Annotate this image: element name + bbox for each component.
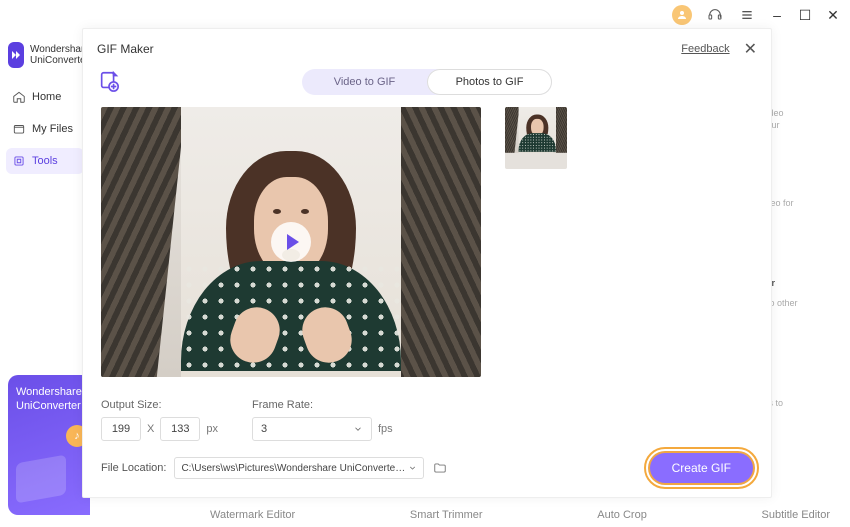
tab-video-to-gif[interactable]: Video to GIF <box>302 69 427 95</box>
sidebar-item-home[interactable]: Home <box>6 84 84 110</box>
file-location-label: File Location: <box>101 462 166 474</box>
play-icon[interactable] <box>271 222 311 262</box>
gif-maker-dialog: GIF Maker Feedback ✕ Video to GIF Photos… <box>82 28 772 498</box>
window-close[interactable]: ✕ <box>826 7 840 24</box>
support-icon[interactable] <box>706 6 724 24</box>
fps-unit: fps <box>378 423 393 435</box>
output-size-label: Output Size: <box>101 399 218 411</box>
home-icon <box>12 90 26 104</box>
chevron-down-icon <box>408 463 417 473</box>
open-folder-button[interactable] <box>432 460 448 476</box>
bottom-tools: Watermark Editor Smart Trimmer Auto Crop… <box>210 509 830 521</box>
create-gif-button[interactable]: Create GIF <box>650 453 753 483</box>
menu-icon[interactable] <box>738 6 756 24</box>
brand-logo-icon <box>8 42 24 68</box>
brand-text: Wondershare UniConverter <box>30 44 90 66</box>
width-input[interactable]: 199 <box>101 417 141 441</box>
sidebar-item-tools[interactable]: Tools <box>6 148 84 174</box>
user-avatar[interactable] <box>672 5 692 25</box>
feedback-link[interactable]: Feedback <box>681 43 729 55</box>
window-maximize[interactable]: ☐ <box>798 7 812 24</box>
tool-link[interactable]: Watermark Editor <box>210 509 295 521</box>
titlebar: – ☐ ✕ <box>0 0 850 30</box>
file-location-select[interactable]: C:\Users\ws\Pictures\Wondershare UniConv… <box>174 457 424 479</box>
add-file-button[interactable] <box>97 69 121 93</box>
frame-rate-select[interactable]: 3 <box>252 417 372 441</box>
x-separator: X <box>147 423 154 435</box>
preview-pane[interactable] <box>101 107 481 377</box>
tab-photos-to-gif[interactable]: Photos to GIF <box>427 69 552 95</box>
tool-link[interactable]: Auto Crop <box>597 509 647 521</box>
window-minimize[interactable]: – <box>770 7 784 23</box>
output-size-group: Output Size: 199 X 133 px <box>101 399 218 441</box>
dialog-content <box>83 95 771 399</box>
frame-rate-label: Frame Rate: <box>252 399 393 411</box>
height-input[interactable]: 133 <box>160 417 200 441</box>
dialog-title: GIF Maker <box>97 42 154 56</box>
sidebar-item-label: Home <box>32 91 61 103</box>
px-unit: px <box>206 423 218 435</box>
tool-link[interactable]: Subtitle Editor <box>762 509 830 521</box>
frame-rate-group: Frame Rate: 3 fps <box>252 399 393 441</box>
dialog-footer: File Location: C:\Users\ws\Pictures\Wond… <box>83 441 771 497</box>
thumbnail[interactable] <box>505 107 567 169</box>
brand: Wondershare UniConverter <box>6 38 84 78</box>
file-location-group: File Location: C:\Users\ws\Pictures\Wond… <box>101 457 448 479</box>
dialog-header: GIF Maker Feedback ✕ <box>83 29 771 65</box>
sidebar-item-files[interactable]: My Files <box>6 116 84 142</box>
files-icon <box>12 122 26 136</box>
tool-link[interactable]: Smart Trimmer <box>410 509 483 521</box>
output-controls: Output Size: 199 X 133 px Frame Rate: 3 … <box>83 399 771 441</box>
sidebar-item-label: Tools <box>32 155 58 167</box>
promo-art <box>16 459 76 509</box>
close-icon[interactable]: ✕ <box>744 39 757 59</box>
mode-tabs: Video to GIF Photos to GIF <box>302 69 552 95</box>
sidebar-item-label: My Files <box>32 123 73 135</box>
tools-icon <box>12 154 26 168</box>
chevron-down-icon <box>353 424 363 434</box>
